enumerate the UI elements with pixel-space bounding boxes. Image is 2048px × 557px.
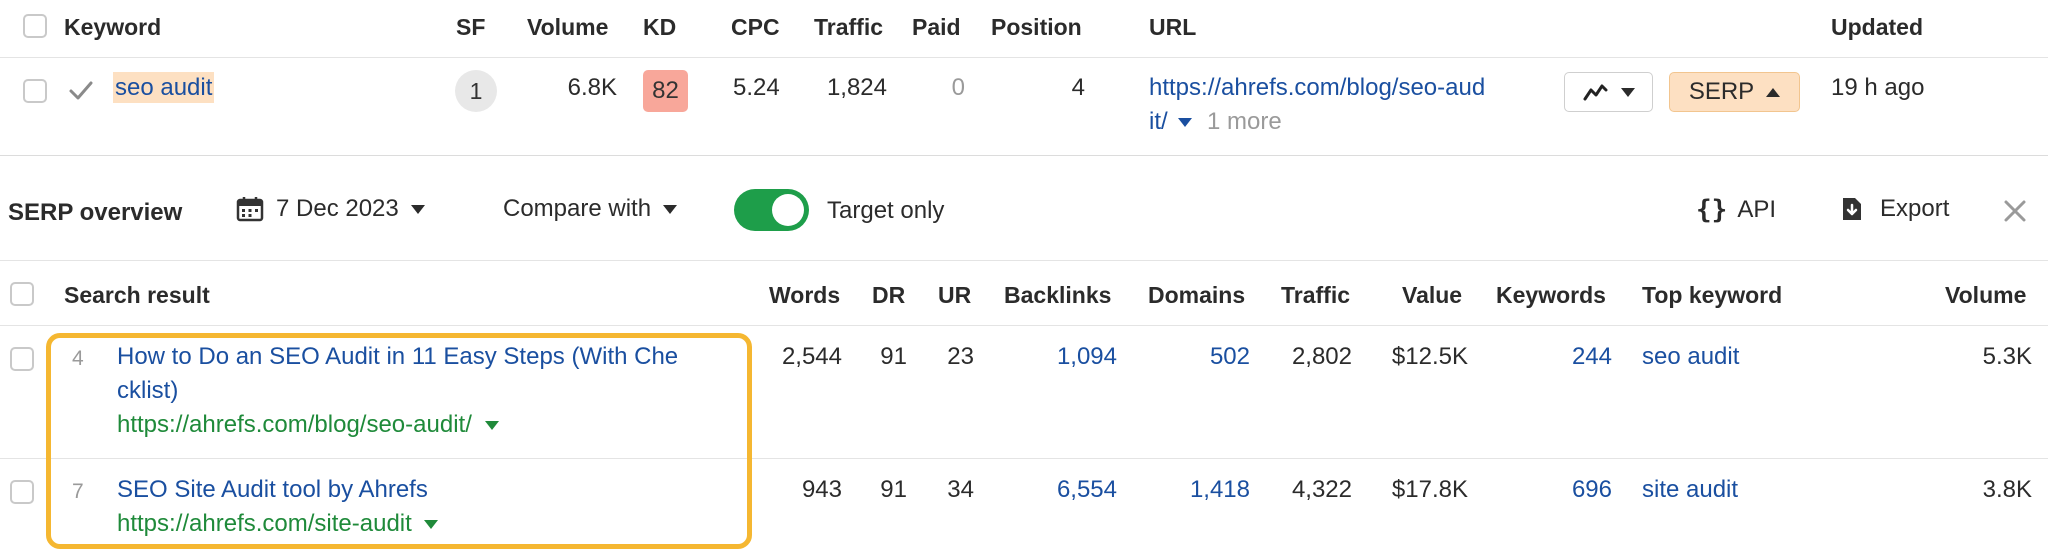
header-search-result[interactable]: Search result (64, 282, 210, 309)
keyword-position: 4 (1071, 74, 1085, 101)
result-volume: 3.8K (1982, 476, 2032, 503)
url-dropdown-caret-icon[interactable] (484, 421, 499, 431)
header-volume[interactable]: Volume (527, 14, 608, 41)
serp-overview-title: SERP overview (8, 199, 183, 226)
result-words: 943 (801, 476, 842, 503)
result-ur: 34 (947, 476, 974, 503)
chevron-down-icon (410, 204, 425, 214)
url-dropdown-caret-icon[interactable] (1178, 118, 1193, 128)
header-keyword[interactable]: Keyword (64, 14, 161, 41)
header-dr[interactable]: DR (872, 282, 905, 309)
compare-label: Compare with (503, 195, 652, 222)
header-position[interactable]: Position (991, 14, 1082, 41)
keyword-link[interactable]: seo audit (113, 72, 215, 103)
header-traffic[interactable]: Traffic (814, 14, 883, 41)
result-url[interactable]: https://ahrefs.com/site-audit (117, 510, 412, 537)
select-all-keywords-checkbox[interactable] (23, 14, 47, 38)
header-backlinks[interactable]: Backlinks (1004, 282, 1111, 309)
result-value: $17.8K (1391, 476, 1468, 503)
compare-with-dropdown[interactable]: Compare with (503, 195, 678, 223)
chevron-up-icon (1766, 87, 1781, 97)
result-domains[interactable]: 502 (1150, 343, 1250, 371)
header-paid[interactable]: Paid (912, 14, 961, 41)
result-keywords[interactable]: 244 (1500, 343, 1612, 371)
export-button[interactable]: Export (1840, 195, 1949, 223)
header-value[interactable]: Value (1402, 282, 1462, 309)
more-urls-link[interactable]: 1 more (1207, 108, 1282, 135)
header-cpc[interactable]: CPC (731, 14, 780, 41)
chevron-down-icon (1620, 87, 1635, 97)
result-title-line1[interactable]: How to Do an SEO Audit in 11 Easy Steps … (117, 343, 678, 371)
result-traffic: 4,322 (1291, 476, 1352, 503)
result-domains[interactable]: 1,418 (1150, 476, 1250, 504)
serp-toolbar: SERP overview 7 Dec 2023 Compare with Ta… (0, 157, 2048, 261)
keyword-row-checkbox[interactable] (23, 79, 47, 103)
header-kd[interactable]: KD (643, 14, 676, 41)
header-sf[interactable]: SF (456, 14, 485, 41)
header-volume[interactable]: Volume (1945, 282, 2026, 309)
date-picker[interactable]: 7 Dec 2023 (236, 195, 425, 223)
result-url[interactable]: https://ahrefs.com/blog/seo-audit/ (117, 411, 472, 438)
keyword-traffic: 1,824 (826, 74, 887, 101)
target-only-toggle[interactable] (734, 189, 809, 231)
keyword-url-line2[interactable]: it/ (1149, 108, 1168, 135)
result-top-keyword[interactable]: seo audit (1642, 343, 1739, 371)
result-position: 4 (72, 347, 84, 370)
result-keywords[interactable]: 696 (1500, 476, 1612, 504)
result-dr: 91 (880, 476, 907, 503)
keyword-volume: 6.8K (567, 74, 617, 101)
keyword-table-header: Keyword SF Volume KD CPC Traffic Paid Po… (0, 0, 2048, 58)
result-title-line1[interactable]: SEO Site Audit tool by Ahrefs (117, 476, 428, 504)
kd-badge: 82 (643, 70, 688, 112)
close-icon[interactable] (2003, 199, 2027, 223)
date-label: 7 Dec 2023 (276, 195, 399, 222)
keyword-row: seo audit 1 6.8K 82 5.24 1,824 0 4 https… (0, 58, 2048, 156)
chevron-down-icon (663, 204, 678, 214)
result-traffic: 2,802 (1291, 343, 1352, 370)
result-backlinks[interactable]: 6,554 (1010, 476, 1117, 504)
result-position: 7 (72, 480, 84, 503)
header-words[interactable]: Words (769, 282, 840, 309)
result-dr: 91 (880, 343, 907, 370)
serp-result-row: 4 How to Do an SEO Audit in 11 Easy Step… (0, 327, 2048, 459)
select-all-results-checkbox[interactable] (10, 282, 34, 306)
serp-button-label: SERP (1688, 78, 1755, 105)
header-traffic[interactable]: Traffic (1281, 282, 1350, 309)
url-dropdown-caret-icon[interactable] (424, 520, 439, 530)
serp-table-header: Search result Words DR UR Backlinks Doma… (0, 262, 2048, 326)
api-button[interactable]: {} API (1696, 195, 1776, 225)
result-value: $12.5K (1391, 343, 1468, 370)
header-top-keyword[interactable]: Top keyword (1642, 282, 1782, 309)
keyword-url-line1[interactable]: https://ahrefs.com/blog/seo-aud (1149, 74, 1485, 102)
check-icon (69, 81, 93, 100)
result-words: 2,544 (781, 343, 842, 370)
result-top-keyword[interactable]: site audit (1642, 476, 1738, 504)
calendar-icon (236, 197, 264, 222)
header-domains[interactable]: Domains (1148, 282, 1245, 309)
export-label: Export (1880, 195, 1950, 222)
keyword-paid: 0 (951, 74, 965, 101)
sf-badge[interactable]: 1 (455, 70, 497, 112)
result-ur: 23 (947, 343, 974, 370)
export-icon (1843, 198, 1861, 220)
header-url[interactable]: URL (1149, 14, 1196, 41)
trend-chart-icon (1583, 84, 1607, 101)
header-keywords[interactable]: Keywords (1496, 282, 1606, 309)
braces-icon: {} (1696, 195, 1728, 225)
result-backlinks[interactable]: 1,094 (1010, 343, 1117, 371)
keyword-cpc: 5.24 (733, 74, 780, 101)
api-label: API (1737, 196, 1776, 223)
result-row-checkbox[interactable] (10, 480, 34, 504)
result-title-line2[interactable]: cklist) (117, 377, 178, 405)
chart-dropdown-button[interactable] (1564, 72, 1653, 112)
result-row-checkbox[interactable] (10, 347, 34, 371)
result-volume: 5.3K (1982, 343, 2032, 370)
serp-result-row: 7 SEO Site Audit tool by Ahrefs https://… (0, 460, 2048, 557)
keyword-updated: 19 h ago (1831, 74, 1925, 101)
toggle-knob (772, 194, 804, 226)
serp-toggle-button[interactable]: SERP (1669, 72, 1800, 112)
header-updated[interactable]: Updated (1831, 14, 1923, 41)
target-only-label: Target only (827, 197, 945, 224)
header-ur[interactable]: UR (938, 282, 971, 309)
